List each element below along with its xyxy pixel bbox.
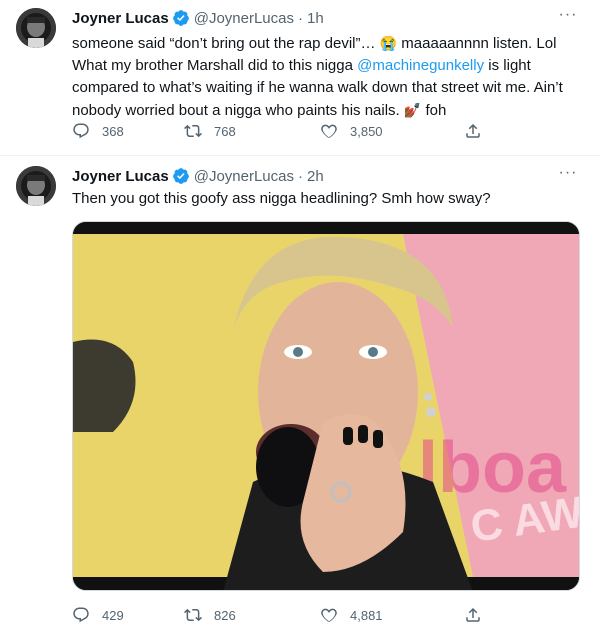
separator: · xyxy=(298,9,303,27)
avatar-image xyxy=(16,166,56,206)
photo-image: lboa C AWA xyxy=(73,222,579,590)
retweet-count: 826 xyxy=(214,607,236,623)
more-options-icon[interactable]: ··· xyxy=(558,165,578,186)
like-button[interactable]: 4,881 xyxy=(320,606,464,624)
retweet-button[interactable]: 826 xyxy=(184,606,320,624)
author-handle[interactable]: @JoynerLucas xyxy=(194,10,294,27)
share-icon xyxy=(466,123,480,138)
reply-icon xyxy=(73,123,89,139)
author-name[interactable]: Joyner Lucas xyxy=(72,10,169,27)
avatar-image xyxy=(16,8,56,48)
verified-icon xyxy=(172,9,190,27)
nail-polish-emoji: 💅🏾 xyxy=(403,102,422,118)
timestamp[interactable]: 2h xyxy=(307,168,324,185)
like-count: 3,850 xyxy=(350,123,383,139)
timestamp[interactable]: 1h xyxy=(307,10,324,27)
share-button[interactable] xyxy=(464,122,494,140)
retweet-button[interactable]: 768 xyxy=(184,122,320,140)
tweet-2[interactable]: Joyner Lucas @JoynerLucas · 2h ··· Then … xyxy=(0,156,600,629)
reply-count: 429 xyxy=(102,607,124,623)
reply-icon xyxy=(73,607,89,623)
separator: · xyxy=(298,167,303,185)
retweet-count: 768 xyxy=(214,123,236,139)
crying-emoji: 😭 xyxy=(379,35,398,51)
tweet-media-photo[interactable]: lboa C AWA xyxy=(72,221,580,591)
like-button[interactable]: 3,850 xyxy=(320,122,464,140)
heart-icon xyxy=(321,608,337,622)
avatar[interactable] xyxy=(16,166,56,206)
text-segment: someone said “don’t bring out the rap de… xyxy=(72,35,376,52)
reply-button[interactable]: 368 xyxy=(72,122,184,140)
heart-icon xyxy=(321,124,337,138)
author-handle[interactable]: @JoynerLucas xyxy=(194,168,294,185)
share-button[interactable] xyxy=(464,606,494,624)
tweet-text: someone said “don’t bring out the rap de… xyxy=(72,32,582,122)
mention-link[interactable]: @machinegunkelly xyxy=(357,57,484,74)
tweet-text: Then you got this goofy ass nigga headli… xyxy=(72,190,491,207)
tweet-1[interactable]: Joyner Lucas @JoynerLucas · 1h ··· someo… xyxy=(0,0,600,156)
like-count: 4,881 xyxy=(350,607,383,623)
reply-count: 368 xyxy=(102,123,124,139)
author-name[interactable]: Joyner Lucas xyxy=(72,168,169,185)
retweet-icon xyxy=(184,124,202,138)
verified-icon xyxy=(172,167,190,185)
retweet-icon xyxy=(184,608,202,622)
text-segment: foh xyxy=(425,102,447,119)
more-options-icon[interactable]: ··· xyxy=(558,7,578,28)
reply-button[interactable]: 429 xyxy=(72,606,184,624)
share-icon xyxy=(466,607,480,622)
avatar[interactable] xyxy=(16,8,56,48)
